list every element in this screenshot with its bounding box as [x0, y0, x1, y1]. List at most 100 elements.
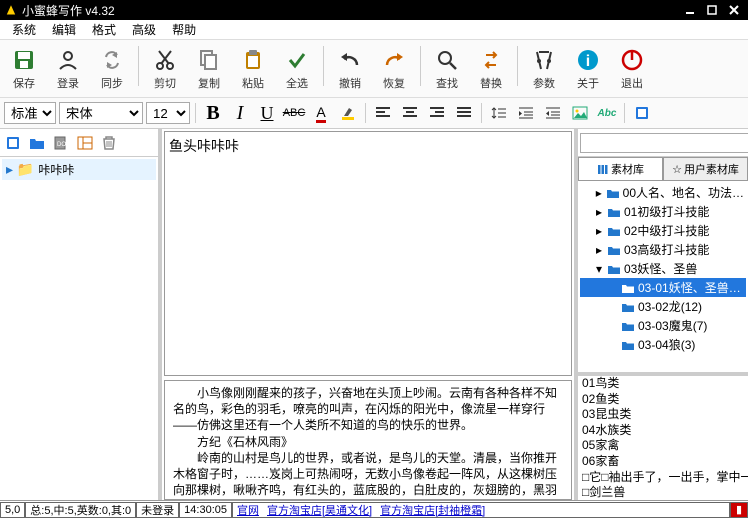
- exit-button[interactable]: 退出: [610, 44, 654, 93]
- find-button[interactable]: 查找: [425, 44, 469, 93]
- chapter-item[interactable]: ▸ 📁咔咔咔: [2, 159, 156, 180]
- exit-icon: [618, 46, 646, 74]
- status-indicator[interactable]: ▮: [730, 502, 748, 518]
- indent-increase-button[interactable]: [514, 101, 538, 125]
- material-tree-item[interactable]: 03-01妖怪、圣兽…: [580, 278, 746, 297]
- app-icon: [4, 3, 18, 17]
- material-tree-item[interactable]: ▸01初级打斗技能: [580, 202, 746, 221]
- folder-icon: [621, 282, 635, 294]
- tab-0[interactable]: 素材库: [578, 157, 663, 180]
- material-list-item[interactable]: □剑兰兽: [582, 485, 748, 500]
- insert-image-button[interactable]: [568, 101, 592, 125]
- material-list-item[interactable]: 02鱼类: [582, 392, 748, 408]
- footer-link[interactable]: 官网: [237, 502, 259, 518]
- params-button[interactable]: 参数: [522, 44, 566, 93]
- spellcheck-button[interactable]: Abc: [595, 101, 619, 125]
- menu-0[interactable]: 系统: [4, 19, 44, 40]
- selectall-label: 全选: [286, 75, 308, 91]
- center-panel: 鱼头咔咔咔 小鸟像刚刚醒来的孩子，兴奋地在头顶上吵闹。云南有各种各样不知名的鸟，…: [162, 129, 578, 500]
- library-icon: [597, 163, 609, 175]
- align-right-button[interactable]: [425, 101, 449, 125]
- delete-icon[interactable]: [98, 132, 120, 154]
- tree-arrow-icon: ▸: [594, 186, 603, 200]
- align-justify-button[interactable]: [452, 101, 476, 125]
- style-select[interactable]: 标准: [4, 102, 56, 124]
- minimize-button[interactable]: [680, 2, 700, 18]
- footer-links: 官网官方淘宝店[昊通文化] 官方淘宝店[封袖橙霜]: [232, 502, 730, 518]
- login-icon: [54, 46, 82, 74]
- about-button[interactable]: i关于: [566, 44, 610, 93]
- close-button[interactable]: [724, 2, 744, 18]
- material-tree[interactable]: ▸00人名、地名、功法…▸01初级打斗技能▸02中级打斗技能▸03高级打斗技能▾…: [578, 181, 748, 372]
- material-tree-item[interactable]: ▾03妖怪、圣兽: [580, 259, 746, 278]
- underline-button[interactable]: U: [255, 101, 279, 125]
- paste-button[interactable]: 粘贴: [231, 44, 275, 93]
- material-list-item[interactable]: 04水族类: [582, 423, 748, 439]
- cut-button[interactable]: 剪切: [143, 44, 187, 93]
- selectall-button[interactable]: 全选: [275, 44, 319, 93]
- material-tree-item[interactable]: ▸02中级打斗技能: [580, 221, 746, 240]
- material-tree-label: 01初级打斗技能: [624, 203, 709, 220]
- bold-button[interactable]: B: [201, 101, 225, 125]
- menu-3[interactable]: 高级: [124, 19, 164, 40]
- svg-text:DOC: DOC: [57, 142, 70, 148]
- strike-button[interactable]: ABC: [282, 101, 306, 125]
- material-tabs: 素材库 ☆用户素材库: [578, 157, 748, 181]
- app-title: 小蜜蜂写作 v4.32: [22, 2, 680, 19]
- copy-button[interactable]: 复制: [187, 44, 231, 93]
- font-select[interactable]: 宋体: [59, 102, 143, 124]
- tab-label: 素材库: [611, 161, 644, 177]
- material-list-item[interactable]: □它□袖出手了，一出手，掌中一: [582, 470, 748, 486]
- save-button[interactable]: 保存: [2, 44, 46, 93]
- material-list[interactable]: 01鸟类02鱼类03昆虫类04水族类05家禽06家畜□它□袖出手了，一出手，掌中…: [578, 372, 748, 500]
- editor-area[interactable]: 鱼头咔咔咔: [164, 131, 572, 376]
- footer-link[interactable]: 官方淘宝店[封袖橙霜]: [380, 502, 485, 518]
- view-mode-button[interactable]: [630, 101, 654, 125]
- align-center-button[interactable]: [398, 101, 422, 125]
- material-tree-label: 03高级打斗技能: [624, 241, 709, 258]
- folder-icon[interactable]: [26, 132, 48, 154]
- redo-button[interactable]: 恢复: [372, 44, 416, 93]
- titlebar: 小蜜蜂写作 v4.32: [0, 0, 748, 20]
- tree-arrow-icon: ▸: [594, 224, 604, 238]
- copy-label: 复制: [198, 75, 220, 91]
- material-tree-item[interactable]: ▸03高级打斗技能: [580, 240, 746, 259]
- highlight-button[interactable]: [336, 101, 360, 125]
- material-list-item[interactable]: 03昆虫类: [582, 407, 748, 423]
- login-button[interactable]: 登录: [46, 44, 90, 93]
- search-input[interactable]: [580, 133, 748, 153]
- sync-button[interactable]: 同步: [90, 44, 134, 93]
- material-list-item[interactable]: 06家畜: [582, 454, 748, 470]
- menu-1[interactable]: 编辑: [44, 19, 84, 40]
- word-counts: 总:5,中:5,英数:0,其:0: [25, 502, 136, 518]
- preview-paragraph: 方纪《石林风雨》: [173, 434, 563, 450]
- material-tree-item[interactable]: 03-04狼(3): [580, 335, 746, 354]
- material-tree-item[interactable]: 03-02龙(12): [580, 297, 746, 316]
- line-spacing-button[interactable]: [487, 101, 511, 125]
- size-select[interactable]: 12: [146, 102, 190, 124]
- material-list-item[interactable]: 05家禽: [582, 438, 748, 454]
- material-tree-label: 03-01妖怪、圣兽…: [638, 279, 741, 296]
- align-left-button[interactable]: [371, 101, 395, 125]
- material-tree-label: 03-02龙(12): [638, 298, 702, 315]
- material-tree-item[interactable]: 03-03魔鬼(7): [580, 316, 746, 335]
- document-icon[interactable]: DOC: [50, 132, 72, 154]
- indent-decrease-button[interactable]: [541, 101, 565, 125]
- book-icon[interactable]: [2, 132, 24, 154]
- find-label: 查找: [436, 75, 458, 91]
- footer-link[interactable]: 官方淘宝店[昊通文化]: [267, 502, 372, 518]
- login-status[interactable]: 未登录: [136, 502, 179, 518]
- preview-area[interactable]: 小鸟像刚刚醒来的孩子，兴奋地在头顶上吵闹。云南有各种各样不知名的鸟，彩色的羽毛，…: [164, 380, 572, 500]
- italic-button[interactable]: I: [228, 101, 252, 125]
- undo-button[interactable]: 撤销: [328, 44, 372, 93]
- layout-icon[interactable]: [74, 132, 96, 154]
- replace-button[interactable]: 替换: [469, 44, 513, 93]
- font-color-button[interactable]: A: [309, 101, 333, 125]
- tab-1[interactable]: ☆用户素材库: [663, 157, 748, 180]
- menu-2[interactable]: 格式: [84, 19, 124, 40]
- material-list-item[interactable]: 01鸟类: [582, 376, 748, 392]
- chapter-tree[interactable]: ▸ 📁咔咔咔: [0, 157, 158, 500]
- maximize-button[interactable]: [702, 2, 722, 18]
- menu-4[interactable]: 帮助: [164, 19, 204, 40]
- material-tree-item[interactable]: ▸00人名、地名、功法…: [580, 183, 746, 202]
